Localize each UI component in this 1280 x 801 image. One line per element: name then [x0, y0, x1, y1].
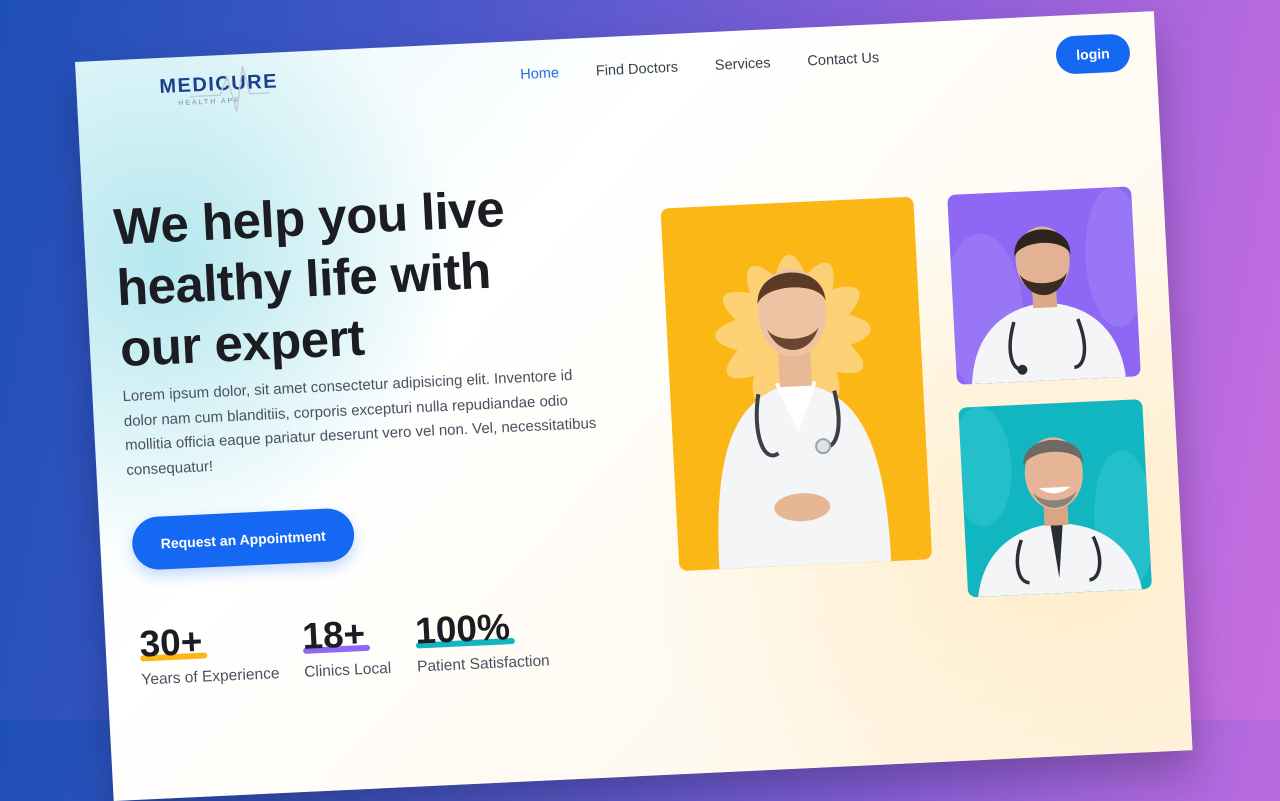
stat-label: Years of Experience [140, 665, 280, 689]
nav-contact-us[interactable]: Contact Us [807, 50, 879, 69]
stat-clinics-local: 18+ Clinics Local [301, 612, 391, 682]
website-screenshot: MEDICURE HEALTH APP Home Find Doctors Se… [75, 11, 1193, 801]
nav-home[interactable]: Home [520, 65, 559, 83]
top-navigation: MEDICURE HEALTH APP Home Find Doctors Se… [75, 11, 1157, 132]
stat-number: 18+ [301, 612, 367, 657]
request-appointment-button[interactable]: Request an Appointment [130, 507, 356, 571]
stat-value: 18+ [301, 612, 370, 658]
stat-value: 30+ [138, 620, 208, 666]
stat-patient-satisfaction: 100% Patient Satisfaction [414, 604, 550, 676]
stat-number: 30+ [138, 620, 204, 665]
stat-number: 100% [414, 606, 511, 652]
doctor-illustration [958, 406, 1153, 598]
stat-label: Clinics Local [303, 659, 392, 681]
nav-find-doctors[interactable]: Find Doctors [595, 60, 678, 80]
stat-label: Patient Satisfaction [416, 652, 551, 676]
nav-services[interactable]: Services [715, 55, 771, 74]
doctor-illustration [947, 187, 1141, 385]
brand-logo[interactable]: MEDICURE HEALTH APP [159, 65, 279, 112]
hero-title: We help you live healthy life with our e… [112, 172, 641, 379]
hero-description: Lorem ipsum dolor, sit amet consectetur … [122, 366, 597, 479]
login-button[interactable]: login [1055, 33, 1131, 75]
doctor-photo-teal [958, 399, 1153, 598]
nav-links: Home Find Doctors Services Contact Us [520, 50, 880, 83]
doctor-illustration [715, 254, 892, 570]
heartbeat-icon [189, 65, 270, 112]
stat-years-experience: 30+ Years of Experience [138, 617, 279, 689]
doctor-photo-main [660, 196, 933, 572]
stat-value: 100% [414, 606, 515, 652]
doctor-photo-purple [947, 186, 1141, 385]
